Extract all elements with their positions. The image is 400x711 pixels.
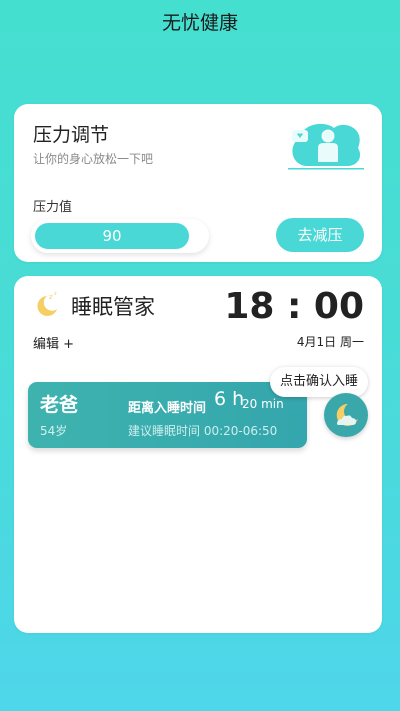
app-title: 无忧健康 — [161, 12, 238, 34]
family-member-card[interactable]: 老爸 54岁 距离入睡时间 6 h 20 min 建议睡眠时间 00:20-06… — [28, 382, 307, 448]
moon-sleep-icon: z z — [37, 291, 57, 316]
countdown-hours: 6 h — [214, 388, 245, 410]
svg-text:z: z — [49, 293, 53, 301]
countdown-label: 距离入睡时间 — [128, 401, 207, 416]
member-name: 老爸 — [40, 394, 79, 416]
suggested-sleep-time: 建议睡眠时间 00:20-06:50 — [128, 424, 278, 438]
stress-card-subtitle: 让你的身心放松一下吧 — [33, 152, 154, 166]
stress-card-title: 压力调节 — [33, 124, 110, 146]
svg-text:z: z — [54, 291, 57, 297]
moon-cloud-icon — [336, 403, 358, 426]
stress-meter-fill: 90 — [35, 223, 189, 249]
stress-meter: 90 — [31, 219, 209, 253]
edit-button[interactable]: 编辑 + — [33, 333, 74, 352]
sleep-card-title: 睡眠管家 — [71, 295, 155, 319]
countdown-minutes: 20 min — [242, 397, 284, 411]
relax-person-illustration — [288, 123, 364, 170]
confirm-sleep-button[interactable] — [324, 393, 368, 437]
sleep-card: z z 睡眠管家 18 : 00 编辑 + 4月1日 周一 老爸 54岁 距离入… — [14, 276, 382, 633]
stress-value-label: 压力值 — [33, 200, 73, 215]
reduce-stress-button[interactable]: 去减压 — [276, 218, 364, 252]
current-date: 4月1日 周一 — [296, 335, 364, 349]
member-age: 54岁 — [40, 424, 68, 438]
confirm-sleep-tooltip: 点击确认入睡 — [270, 367, 369, 397]
current-time: 18 : 00 — [224, 286, 364, 327]
stress-card: 压力调节 让你的身心放松一下吧 压力值 90 去减压 — [14, 104, 382, 262]
